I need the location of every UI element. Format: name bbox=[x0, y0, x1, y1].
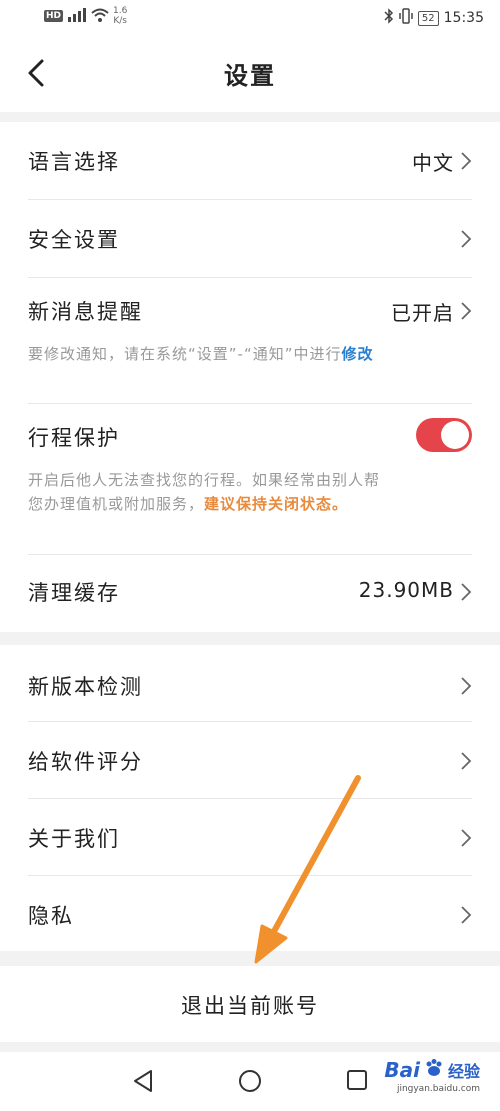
about-us-row[interactable]: 关于我们 bbox=[0, 799, 500, 875]
cache-size-value: 23.90MB bbox=[358, 578, 454, 602]
clear-cache-row[interactable]: 清理缓存 23.90MB bbox=[0, 555, 500, 632]
baidu-jingyan-watermark: Bai 经验 jingyan.baidu.com bbox=[384, 1058, 480, 1094]
rate-app-label: 给软件评分 bbox=[28, 750, 143, 774]
language-label: 语言选择 bbox=[28, 150, 120, 174]
battery-icon: 52 bbox=[417, 10, 439, 26]
security-row[interactable]: 安全设置 bbox=[0, 200, 500, 278]
home-circle-icon[interactable] bbox=[238, 1069, 262, 1093]
baidu-logo: Bai bbox=[384, 1058, 420, 1082]
privacy-row[interactable]: 隐私 bbox=[0, 876, 500, 951]
chevron-right-icon bbox=[461, 583, 472, 601]
bluetooth-icon bbox=[384, 8, 394, 28]
watermark-url: jingyan.baidu.com bbox=[396, 1084, 480, 1094]
language-row[interactable]: 语言选择 中文 bbox=[0, 122, 500, 200]
hd-icon: HD bbox=[44, 10, 64, 22]
logout-button[interactable]: 退出当前账号 bbox=[0, 966, 500, 1042]
recents-square-icon[interactable] bbox=[346, 1069, 368, 1091]
language-value: 中文 bbox=[412, 151, 454, 175]
toggle-knob bbox=[441, 421, 469, 449]
rate-app-row[interactable]: 给软件评分 bbox=[0, 722, 500, 798]
chevron-right-icon bbox=[461, 302, 472, 320]
network-speed: 1.6 K/s bbox=[113, 6, 128, 26]
chevron-right-icon bbox=[461, 230, 472, 248]
version-check-label: 新版本检测 bbox=[28, 675, 143, 699]
clear-cache-label: 清理缓存 bbox=[28, 581, 120, 605]
privacy-label: 隐私 bbox=[28, 904, 74, 928]
trip-protection-row: 行程保护 开启后他人无法查找您的行程。如果经常由别人帮您办理值机或附加服务，建议… bbox=[0, 404, 500, 554]
about-us-label: 关于我们 bbox=[28, 827, 120, 851]
trip-protection-note: 开启后他人无法查找您的行程。如果经常由别人帮您办理值机或附加服务，建议保持关闭状… bbox=[28, 471, 381, 513]
trip-protection-label: 行程保护 bbox=[28, 426, 120, 450]
back-triangle-icon[interactable] bbox=[132, 1069, 154, 1093]
chevron-right-icon bbox=[461, 152, 472, 170]
wifi-icon bbox=[91, 8, 109, 25]
notification-note: 要修改通知，请在系统“设置”-“通知”中进行修改 bbox=[28, 345, 374, 363]
notification-label: 新消息提醒 bbox=[28, 300, 143, 324]
top-navigation-bar: 设置 bbox=[0, 36, 500, 112]
clock-time: 15:35 bbox=[443, 10, 484, 26]
notification-value: 已开启 bbox=[391, 301, 454, 325]
status-bar: HD 1.6 K/s 52 15:35 bbox=[0, 0, 500, 36]
signal-icon bbox=[67, 7, 87, 25]
chevron-right-icon bbox=[461, 906, 472, 924]
jingyan-text: 经验 bbox=[447, 1062, 480, 1081]
chevron-right-icon bbox=[461, 752, 472, 770]
vibrate-icon bbox=[399, 8, 413, 28]
chevron-right-icon bbox=[461, 677, 472, 695]
paw-icon bbox=[424, 1058, 444, 1082]
notification-row[interactable]: 新消息提醒 已开启 要修改通知，请在系统“设置”-“通知”中进行修改 bbox=[0, 278, 500, 404]
modify-link[interactable]: 修改 bbox=[342, 345, 374, 363]
settings-group-general: 语言选择 中文 安全设置 新消息提醒 已开启 要修改通知，请在系统“设置”-“通… bbox=[0, 122, 500, 632]
chevron-right-icon bbox=[461, 829, 472, 847]
trip-protection-toggle[interactable] bbox=[416, 418, 472, 452]
page-title: 设置 bbox=[224, 62, 276, 90]
warning-text: 建议保持关闭状态。 bbox=[204, 495, 349, 513]
logout-label: 退出当前账号 bbox=[181, 994, 319, 1018]
version-check-row[interactable]: 新版本检测 bbox=[0, 645, 500, 722]
security-label: 安全设置 bbox=[28, 228, 120, 252]
settings-group-about: 新版本检测 给软件评分 关于我们 隐私 bbox=[0, 645, 500, 951]
